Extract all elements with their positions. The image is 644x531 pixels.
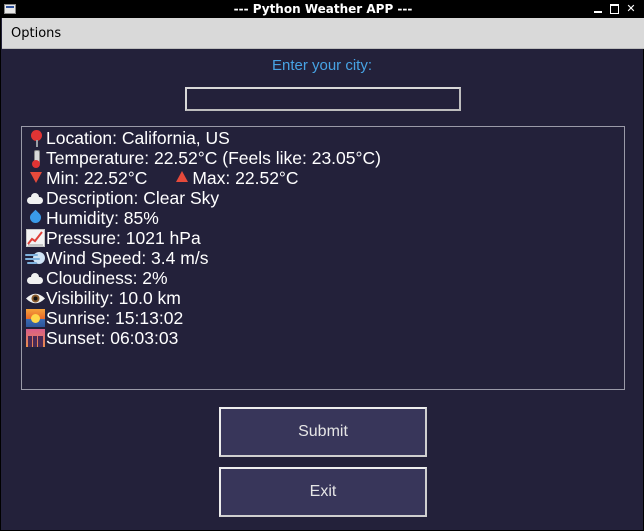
submit-button[interactable]: Submit (219, 407, 427, 457)
humidity-text: Humidity: 85% (46, 208, 159, 228)
max-temp-text: Max: 22.52°C (192, 168, 299, 188)
humidity-line: Humidity: 85% (25, 208, 624, 228)
sunrise-line: Sunrise: 15:13:02 (25, 308, 624, 328)
location-text: Location: California, US (46, 128, 230, 148)
menu-bar: Options (2, 18, 644, 49)
droplet-icon (25, 208, 46, 228)
window-title: --- Python Weather APP --- (233, 2, 413, 16)
sunset-line: Sunset: 06:03:03 (25, 328, 624, 348)
temperature-text: Temperature: 22.52°C (Feels like: 23.05°… (46, 148, 381, 168)
description-text: Description: Clear Sky (46, 188, 220, 208)
close-icon[interactable]: ✕ (625, 3, 637, 15)
temperature-line: Temperature: 22.52°C (Feels like: 23.05°… (25, 148, 624, 168)
red-triangle-down-icon (25, 168, 46, 188)
round-pushpin-icon (25, 128, 46, 148)
sunrise-text: Sunrise: 15:13:02 (46, 308, 184, 328)
cloudiness-line: Cloudiness: 2% (25, 268, 624, 288)
menu-options[interactable]: Options (6, 18, 66, 49)
title-bar[interactable]: --- Python Weather APP --- ✕ (1, 1, 644, 18)
location-line: Location: California, US (25, 128, 624, 148)
thermometer-icon (25, 148, 46, 168)
min-max-line: Min: 22.52°C Max: 22.52°C (25, 168, 624, 188)
pressure-line: Pressure: 1021 hPa (25, 228, 624, 248)
min-temp-text: Min: 22.52°C (46, 168, 148, 188)
description-line: Description: Clear Sky (25, 188, 624, 208)
cloudiness-text: Cloudiness: 2% (46, 268, 168, 288)
sunset-text: Sunset: 06:03:03 (46, 328, 179, 348)
red-triangle-up-icon (171, 168, 192, 188)
pressure-text: Pressure: 1021 hPa (46, 228, 201, 248)
visibility-text: Visibility: 10.0 km (46, 288, 181, 308)
app-window: --- Python Weather APP --- ✕ Options Ent… (0, 0, 644, 531)
exit-button[interactable]: Exit (219, 467, 427, 517)
city-sunset-icon (25, 328, 46, 348)
visibility-line: Visibility: 10.0 km (25, 288, 624, 308)
cloud-icon (25, 268, 46, 288)
wind-line: Wind Speed: 3.4 m/s (25, 248, 624, 268)
sunrise-icon (25, 308, 46, 328)
maximize-icon[interactable] (608, 3, 620, 15)
wind-text: Wind Speed: 3.4 m/s (46, 248, 209, 268)
city-prompt-label: Enter your city: (271, 57, 373, 74)
weather-results-text[interactable]: Location: California, US Temperature: 22… (21, 126, 625, 390)
chart-increasing-icon (25, 228, 46, 248)
cloud-icon (25, 188, 46, 208)
eye-icon (25, 288, 46, 308)
city-input[interactable] (185, 87, 461, 111)
minimize-icon[interactable] (592, 3, 604, 15)
dashing-away-icon (25, 248, 46, 268)
